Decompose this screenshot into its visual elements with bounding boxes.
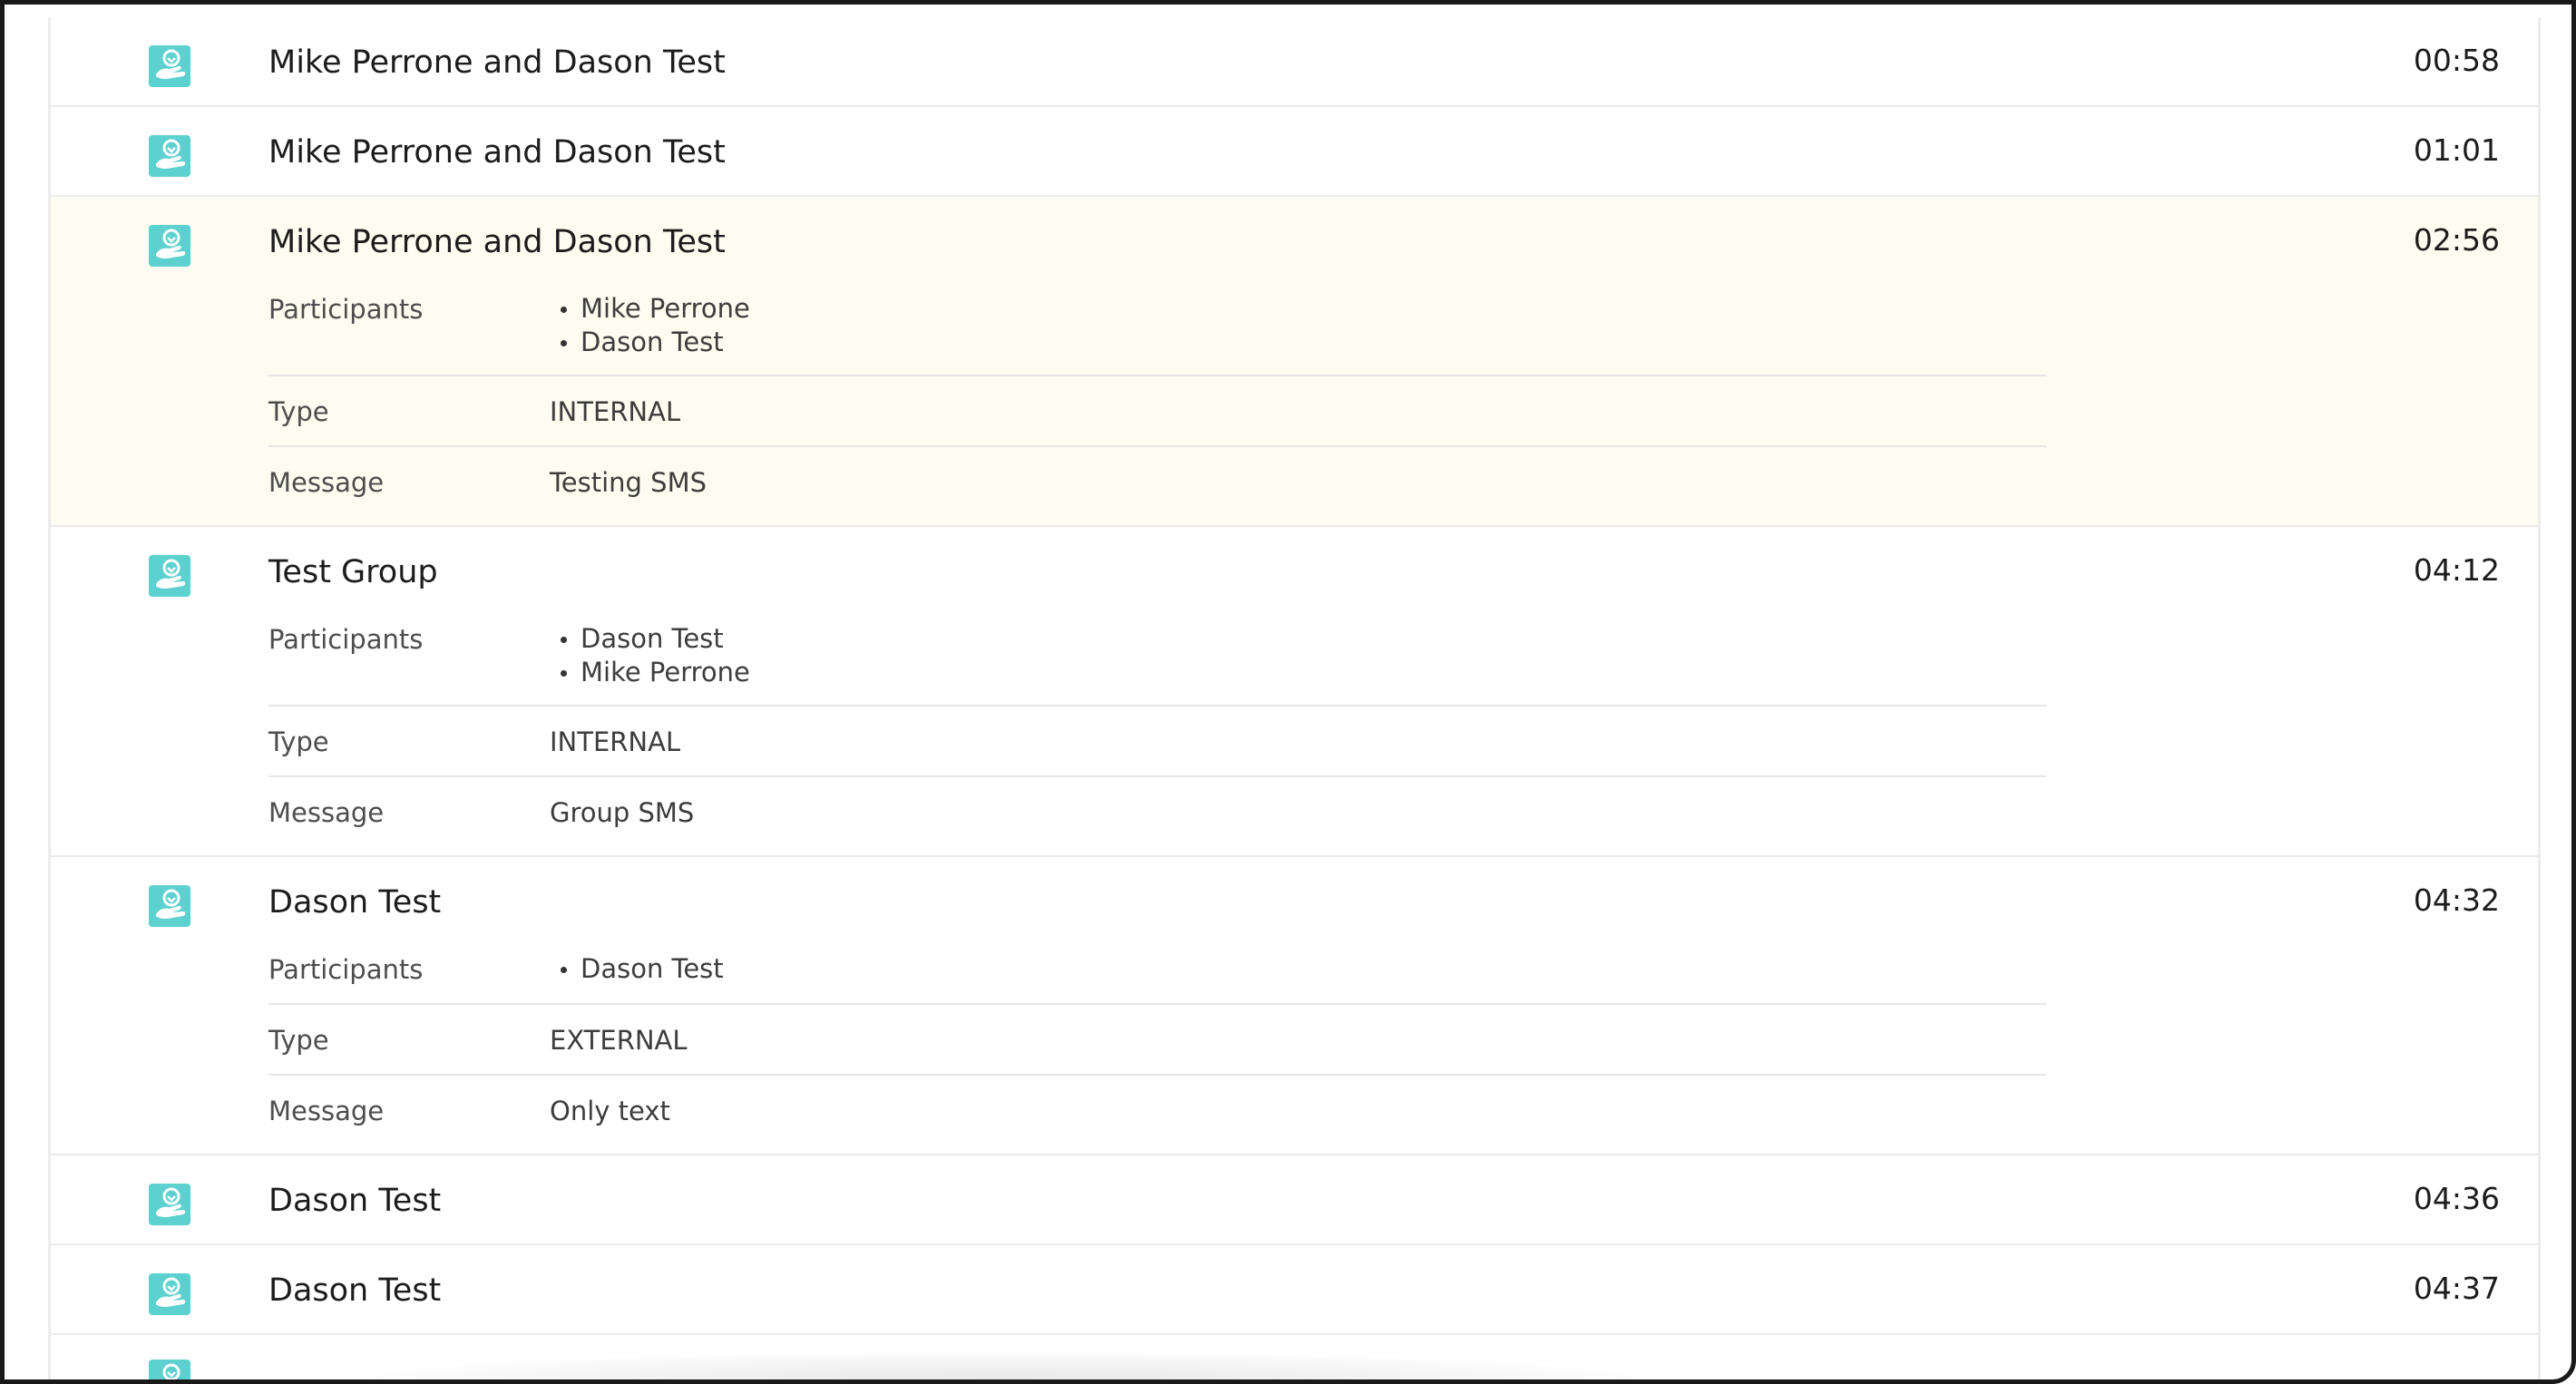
detail-message: Message Testing SMS xyxy=(268,447,2046,525)
type-label: Type xyxy=(268,1025,329,1056)
participants-label: Participants xyxy=(268,294,424,325)
conversation-row-expanded[interactable]: Test Group 04:12 Participants Dason Test… xyxy=(51,527,2538,857)
conversation-title: Mike Perrone and Dason Test xyxy=(268,224,726,260)
conversation-row-partial[interactable] xyxy=(51,1335,2538,1379)
participants-value: Dason Test xyxy=(550,952,724,986)
participants-list: Dason Test xyxy=(550,952,724,986)
sms-message-icon xyxy=(148,224,191,268)
conversation-title: Mike Perrone and Dason Test xyxy=(268,44,726,81)
conversation-time: 04:37 xyxy=(2413,1271,2500,1306)
conversation-header[interactable]: Mike Perrone and Dason Test 01:01 xyxy=(51,107,2538,197)
sms-message-icon xyxy=(148,134,191,178)
conversation-header[interactable]: Dason Test 04:36 xyxy=(51,1155,2538,1245)
conversation-title: Dason Test xyxy=(268,1183,442,1219)
type-value: EXTERNAL xyxy=(550,1025,688,1056)
conversation-details: Participants Dason Test Type EXTERNAL Me… xyxy=(268,934,2046,1154)
conversation-row-expanded[interactable]: Dason Test 04:32 Participants Dason Test… xyxy=(51,857,2538,1155)
detail-participants: Participants Dason Test Mike Perrone xyxy=(268,604,2046,707)
conversation-title: Dason Test xyxy=(268,1272,442,1309)
sms-message-icon xyxy=(148,554,191,598)
participant-item: Mike Perrone xyxy=(550,656,750,689)
message-value: Group SMS xyxy=(550,797,695,828)
participant-item: Dason Test xyxy=(550,622,750,656)
sms-message-icon xyxy=(148,1359,191,1379)
participants-value: Dason Test Mike Perrone xyxy=(550,622,750,689)
conversation-time: 04:12 xyxy=(2413,552,2500,588)
message-value: Testing SMS xyxy=(550,467,707,498)
conversation-row[interactable]: Dason Test 04:36 xyxy=(51,1155,2538,1245)
participant-item: Dason Test xyxy=(550,952,724,986)
conversation-header[interactable]: Dason Test 04:37 xyxy=(51,1245,2538,1335)
participant-item: Mike Perrone xyxy=(550,292,750,326)
conversation-title: Test Group xyxy=(268,554,438,590)
conversation-time: 01:01 xyxy=(2413,132,2500,168)
conversation-row-expanded[interactable]: Mike Perrone and Dason Test 02:56 Partic… xyxy=(51,197,2538,527)
message-value: Only text xyxy=(550,1096,670,1126)
conversation-list: Mike Perrone and Dason Test 00:58 Mike P… xyxy=(48,17,2541,1379)
conversation-row[interactable]: Dason Test 04:37 xyxy=(51,1245,2538,1335)
message-label: Message xyxy=(268,797,385,828)
type-label: Type xyxy=(268,396,329,427)
participants-label: Participants xyxy=(268,954,424,985)
conversation-time: 04:32 xyxy=(2413,882,2500,918)
detail-type: Type INTERNAL xyxy=(268,376,2046,447)
detail-message: Message Only text xyxy=(268,1076,2046,1154)
conversation-time: 00:58 xyxy=(2413,43,2500,78)
sms-message-icon xyxy=(148,884,191,928)
participants-label: Participants xyxy=(268,624,424,655)
detail-message: Message Group SMS xyxy=(268,777,2046,855)
conversation-title: Dason Test xyxy=(268,884,442,921)
sms-message-icon xyxy=(148,1183,191,1226)
participants-list: Mike Perrone Dason Test xyxy=(550,292,750,359)
detail-participants: Participants Dason Test xyxy=(268,934,2046,1005)
type-value: INTERNAL xyxy=(550,726,681,757)
sms-message-icon xyxy=(148,44,191,88)
detail-type: Type EXTERNAL xyxy=(268,1005,2046,1076)
sms-message-icon xyxy=(148,1272,191,1316)
type-label: Type xyxy=(268,726,329,757)
conversation-title: Mike Perrone and Dason Test xyxy=(268,134,726,171)
type-value: INTERNAL xyxy=(550,396,681,427)
detail-participants: Participants Mike Perrone Dason Test xyxy=(268,274,2046,376)
conversation-row[interactable]: Mike Perrone and Dason Test 01:01 xyxy=(51,107,2538,197)
participant-item: Dason Test xyxy=(550,326,750,359)
conversation-details: Participants Mike Perrone Dason Test Typ… xyxy=(268,274,2046,525)
participants-value: Mike Perrone Dason Test xyxy=(550,292,750,359)
detail-type: Type INTERNAL xyxy=(268,707,2046,777)
message-label: Message xyxy=(268,1096,385,1126)
conversation-header[interactable]: Mike Perrone and Dason Test 00:58 xyxy=(51,17,2538,107)
window-frame: Mike Perrone and Dason Test 00:58 Mike P… xyxy=(0,0,2576,1384)
conversation-time: 02:56 xyxy=(2413,222,2500,258)
conversation-time: 04:36 xyxy=(2413,1181,2500,1216)
conversation-details: Participants Dason Test Mike Perrone Typ… xyxy=(268,604,2046,855)
participants-list: Dason Test Mike Perrone xyxy=(550,622,750,689)
message-label: Message xyxy=(268,467,385,498)
conversation-row[interactable]: Mike Perrone and Dason Test 00:58 xyxy=(51,17,2538,107)
